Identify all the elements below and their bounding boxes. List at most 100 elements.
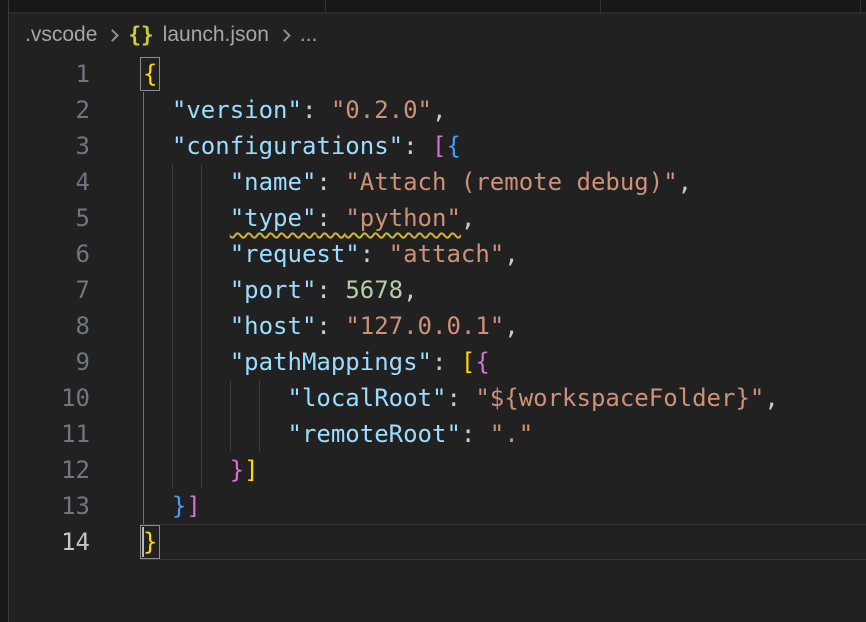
token: "remoteRoot" bbox=[288, 420, 461, 448]
token: : bbox=[316, 276, 345, 304]
token: "configurations" bbox=[172, 132, 403, 160]
breadcrumb-item-symbol[interactable]: ... bbox=[300, 23, 318, 47]
bracket-match: { bbox=[143, 60, 157, 88]
token: , bbox=[764, 384, 778, 412]
line-number[interactable]: 12 bbox=[9, 452, 90, 488]
token: "127.0.0.1" bbox=[345, 312, 504, 340]
token: : bbox=[302, 96, 331, 124]
token bbox=[143, 384, 288, 412]
token bbox=[143, 312, 230, 340]
token: : bbox=[316, 204, 345, 232]
code-line[interactable]: 13 }] bbox=[9, 488, 866, 524]
token: "name" bbox=[230, 168, 317, 196]
token bbox=[143, 240, 230, 268]
line-number[interactable]: 14 bbox=[9, 524, 90, 560]
line-number[interactable]: 13 bbox=[9, 488, 90, 524]
code-line[interactable]: 6 "request": "attach", bbox=[9, 236, 866, 272]
line-number[interactable]: 2 bbox=[9, 92, 90, 128]
token: "attach" bbox=[389, 240, 505, 268]
code-text: "pathMappings": [{ bbox=[90, 344, 490, 380]
token: : bbox=[360, 240, 389, 268]
chevron-right-icon bbox=[278, 29, 291, 42]
token bbox=[143, 276, 230, 304]
code-line[interactable]: 3 "configurations": [{ bbox=[9, 128, 866, 164]
token: ] bbox=[244, 456, 258, 484]
tab-bar-edge bbox=[9, 0, 866, 14]
line-number[interactable]: 11 bbox=[9, 416, 90, 452]
token bbox=[143, 132, 172, 160]
line-number[interactable]: 3 bbox=[9, 128, 90, 164]
breadcrumb-item-folder[interactable]: .vscode bbox=[25, 23, 97, 47]
token: : bbox=[446, 384, 475, 412]
code-text: "host": "127.0.0.1", bbox=[90, 308, 519, 344]
current-line-highlight bbox=[140, 524, 866, 560]
code-text: "configurations": [{ bbox=[90, 128, 461, 164]
code-line[interactable]: 7 "port": 5678, bbox=[9, 272, 866, 308]
token: "pathMappings" bbox=[230, 348, 432, 376]
line-number[interactable]: 5 bbox=[9, 200, 90, 236]
token bbox=[143, 492, 172, 520]
token: { bbox=[446, 132, 460, 160]
token: , bbox=[504, 240, 518, 268]
code-text: "remoteRoot": "." bbox=[90, 416, 533, 452]
line-number[interactable]: 10 bbox=[9, 380, 90, 416]
token: "request" bbox=[230, 240, 360, 268]
token: "." bbox=[490, 420, 533, 448]
tab-separator bbox=[860, 0, 861, 12]
token: [ bbox=[432, 132, 446, 160]
breadcrumb: .vscode {} launch.json ... bbox=[9, 14, 866, 56]
token: "localRoot" bbox=[288, 384, 447, 412]
token: "port" bbox=[230, 276, 317, 304]
code-line[interactable]: 11 "remoteRoot": "." bbox=[9, 416, 866, 452]
code-line[interactable]: 9 "pathMappings": [{ bbox=[9, 344, 866, 380]
line-number[interactable]: 8 bbox=[9, 308, 90, 344]
token: , bbox=[678, 168, 692, 196]
token bbox=[143, 96, 172, 124]
code-line[interactable]: 12 }] bbox=[9, 452, 866, 488]
token: : bbox=[316, 168, 345, 196]
token: } bbox=[172, 492, 186, 520]
line-number[interactable]: 7 bbox=[9, 272, 90, 308]
code-line[interactable]: 2 "version": "0.2.0", bbox=[9, 92, 866, 128]
token: , bbox=[403, 276, 417, 304]
code-text: { bbox=[90, 56, 157, 92]
line-number[interactable]: 9 bbox=[9, 344, 90, 380]
code-text: "type": "python", bbox=[90, 200, 475, 236]
breadcrumb-item-file[interactable]: launch.json bbox=[163, 23, 269, 47]
token bbox=[143, 204, 230, 232]
token: "type" bbox=[230, 204, 317, 232]
line-number[interactable]: 6 bbox=[9, 236, 90, 272]
token: "0.2.0" bbox=[331, 96, 432, 124]
token: "python" bbox=[345, 204, 461, 232]
code-line[interactable]: 8 "host": "127.0.0.1", bbox=[9, 308, 866, 344]
code-line[interactable]: 4 "name": "Attach (remote debug)", bbox=[9, 164, 866, 200]
token: , bbox=[461, 204, 475, 232]
chevron-right-icon bbox=[107, 29, 120, 42]
code-line[interactable]: 5 "type": "python", bbox=[9, 200, 866, 236]
code-text: "localRoot": "${workspaceFolder}", bbox=[90, 380, 779, 416]
line-number[interactable]: 1 bbox=[9, 56, 90, 92]
token: 5678 bbox=[345, 276, 403, 304]
line-number[interactable]: 4 bbox=[9, 164, 90, 200]
code-line[interactable]: 14} bbox=[9, 524, 866, 560]
json-file-icon: {} bbox=[128, 23, 153, 47]
token: "${workspaceFolder}" bbox=[475, 384, 764, 412]
token: "Attach (remote debug)" bbox=[345, 168, 677, 196]
token: : bbox=[461, 420, 490, 448]
sidebar-edge bbox=[0, 0, 9, 622]
token: "version" bbox=[172, 96, 302, 124]
code-text: "request": "attach", bbox=[90, 236, 519, 272]
token: } bbox=[230, 456, 244, 484]
code-text: "name": "Attach (remote debug)", bbox=[90, 164, 692, 200]
tab-separator bbox=[325, 0, 326, 12]
bracket-match: } bbox=[143, 528, 157, 556]
token: [ bbox=[461, 348, 475, 376]
code-text: "port": 5678, bbox=[90, 272, 418, 308]
token bbox=[143, 348, 230, 376]
code-text: }] bbox=[90, 452, 259, 488]
token bbox=[143, 168, 230, 196]
code-line[interactable]: 1{ bbox=[9, 56, 866, 92]
token: : bbox=[432, 348, 461, 376]
editor[interactable]: 1{2 "version": "0.2.0",3 "configurations… bbox=[9, 56, 866, 622]
code-line[interactable]: 10 "localRoot": "${workspaceFolder}", bbox=[9, 380, 866, 416]
